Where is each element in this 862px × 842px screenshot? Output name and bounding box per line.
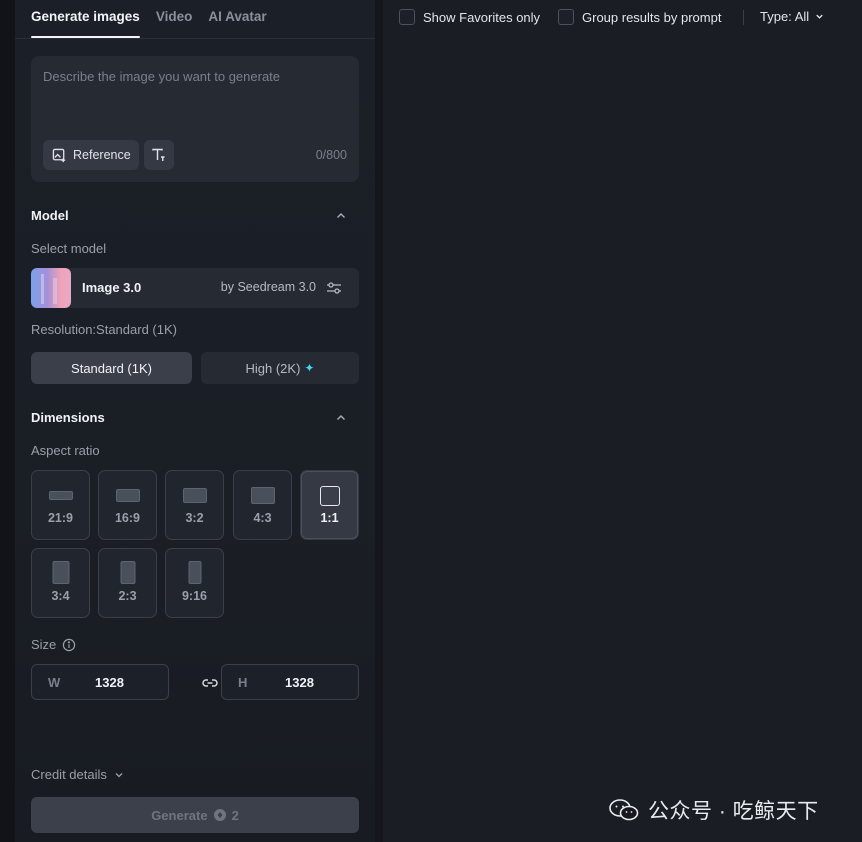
resolution-standard-button[interactable]: Standard (1K) [31, 352, 192, 384]
size-label: Size [31, 637, 57, 652]
panel-divider [375, 0, 383, 842]
select-model-label: Select model [31, 241, 107, 256]
credit-details-toggle[interactable]: Credit details [31, 767, 125, 782]
ratio-shape-icon [120, 561, 135, 584]
sliders-icon[interactable] [325, 279, 343, 297]
type-filter-label: Type: All [760, 9, 810, 24]
credit-details-label: Credit details [31, 767, 107, 782]
generate-button[interactable]: Generate 2 [31, 797, 359, 833]
aspect-ratio-label-21-9: 21:9 [47, 511, 74, 525]
dimensions-section-title: Dimensions [31, 410, 105, 425]
reference-button[interactable]: Reference [43, 140, 139, 170]
group-results-toggle[interactable]: Group results by prompt [558, 9, 721, 25]
tab-video[interactable]: Video [156, 0, 193, 39]
chevron-down-icon [816, 14, 823, 19]
model-name: Image 3.0 [82, 280, 142, 295]
group-results-label: Group results by prompt [582, 9, 722, 25]
aspect-ratio-label-3-4: 3:4 [51, 589, 70, 603]
show-favorites-label: Show Favorites only [423, 9, 541, 25]
ratio-shape-icon [52, 561, 69, 584]
ratio-shape-icon [48, 491, 73, 500]
aspect-ratio-label-9-16: 9:16 [181, 589, 208, 603]
toolbar-separator [743, 10, 744, 25]
prompt-box: Reference 0/800 [31, 56, 359, 182]
chevron-down-icon [115, 772, 123, 777]
resolution-label: Resolution:Standard (1K) [31, 322, 177, 337]
aspect-ratio-3-4[interactable]: 3:4 [31, 548, 90, 618]
chevron-up-icon[interactable] [334, 209, 348, 223]
credit-coin-icon [213, 809, 226, 821]
image-reference-icon [52, 148, 66, 162]
width-value[interactable]: 1328 [95, 675, 124, 690]
model-section-title: Model [31, 208, 69, 223]
char-count: 0/800 [315, 148, 347, 162]
width-prefix: W [48, 675, 61, 690]
ratio-shape-icon [115, 489, 140, 502]
text-format-icon [152, 148, 165, 161]
generation-panel: Generate images Video AI Avatar Referenc… [15, 0, 375, 842]
aspect-ratio-21-9[interactable]: 21:9 [31, 470, 90, 540]
chevron-up-icon[interactable] [334, 411, 348, 425]
generate-label: Generate [151, 807, 208, 823]
prompt-input[interactable] [43, 69, 343, 139]
ratio-shape-icon [250, 487, 275, 504]
generate-cost: 2 [231, 807, 239, 823]
ratio-shape-icon [319, 486, 340, 506]
text-style-button[interactable] [144, 140, 174, 170]
model-provider: by Seedream 3.0 [220, 280, 316, 294]
type-filter-dropdown[interactable]: Type: All [760, 9, 825, 24]
wechat-icon [609, 799, 639, 821]
aspect-ratio-label: Aspect ratio [31, 443, 100, 458]
aspect-ratio-2-3[interactable]: 2:3 [98, 548, 157, 618]
show-favorites-toggle[interactable]: Show Favorites only [399, 9, 540, 25]
aspect-ratio-3-2[interactable]: 3:2 [165, 470, 224, 540]
aspect-ratio-label-16-9: 16:9 [114, 511, 141, 525]
size-label-row: Size [31, 637, 76, 652]
aspect-ratio-label-4-3: 4:3 [253, 511, 272, 525]
watermark: 公众号 · 吃鲸天下 [608, 795, 819, 825]
results-area [383, 0, 862, 842]
model-thumbnail [31, 268, 71, 308]
resolution-high-button[interactable]: High (2K) ✦ [201, 352, 359, 384]
model-selector[interactable]: Image 3.0 by Seedream 3.0 [31, 268, 359, 308]
left-edge-strip [0, 0, 15, 842]
app-window: Generate images Video AI Avatar Referenc… [0, 0, 862, 842]
tab-generate-images[interactable]: Generate images [31, 0, 140, 39]
tab-ai-avatar[interactable]: AI Avatar [208, 0, 266, 39]
height-value[interactable]: 1328 [285, 675, 314, 690]
aspect-ratio-label-3-2: 3:2 [185, 511, 204, 525]
favorites-checkbox[interactable] [399, 9, 415, 25]
aspect-ratio-label-1-1: 1:1 [320, 511, 339, 525]
info-icon[interactable] [62, 638, 76, 652]
tabs-divider [15, 38, 375, 39]
height-field[interactable]: H 1328 [221, 664, 359, 700]
tab-bar: Generate images Video AI Avatar [31, 0, 267, 39]
resolution-high-label: High (2K) [245, 360, 301, 376]
aspect-ratio-4-3[interactable]: 4:3 [233, 470, 292, 540]
aspect-ratio-label-2-3: 2:3 [118, 589, 137, 603]
ratio-shape-icon [182, 488, 207, 503]
group-checkbox[interactable] [558, 9, 574, 25]
ratio-shape-icon [188, 561, 201, 584]
sparkle-icon: ✦ [304, 361, 315, 375]
reference-label: Reference [73, 148, 131, 162]
resolution-standard-label: Standard (1K) [71, 360, 152, 376]
link-icon[interactable] [201, 674, 219, 692]
watermark-text: 公众号 · 吃鲸天下 [648, 800, 819, 823]
aspect-ratio-9-16[interactable]: 9:16 [165, 548, 224, 618]
aspect-ratio-1-1[interactable]: 1:1 [300, 470, 359, 540]
height-prefix: H [238, 675, 248, 690]
width-field[interactable]: W 1328 [31, 664, 169, 700]
aspect-ratio-16-9[interactable]: 16:9 [98, 470, 157, 540]
